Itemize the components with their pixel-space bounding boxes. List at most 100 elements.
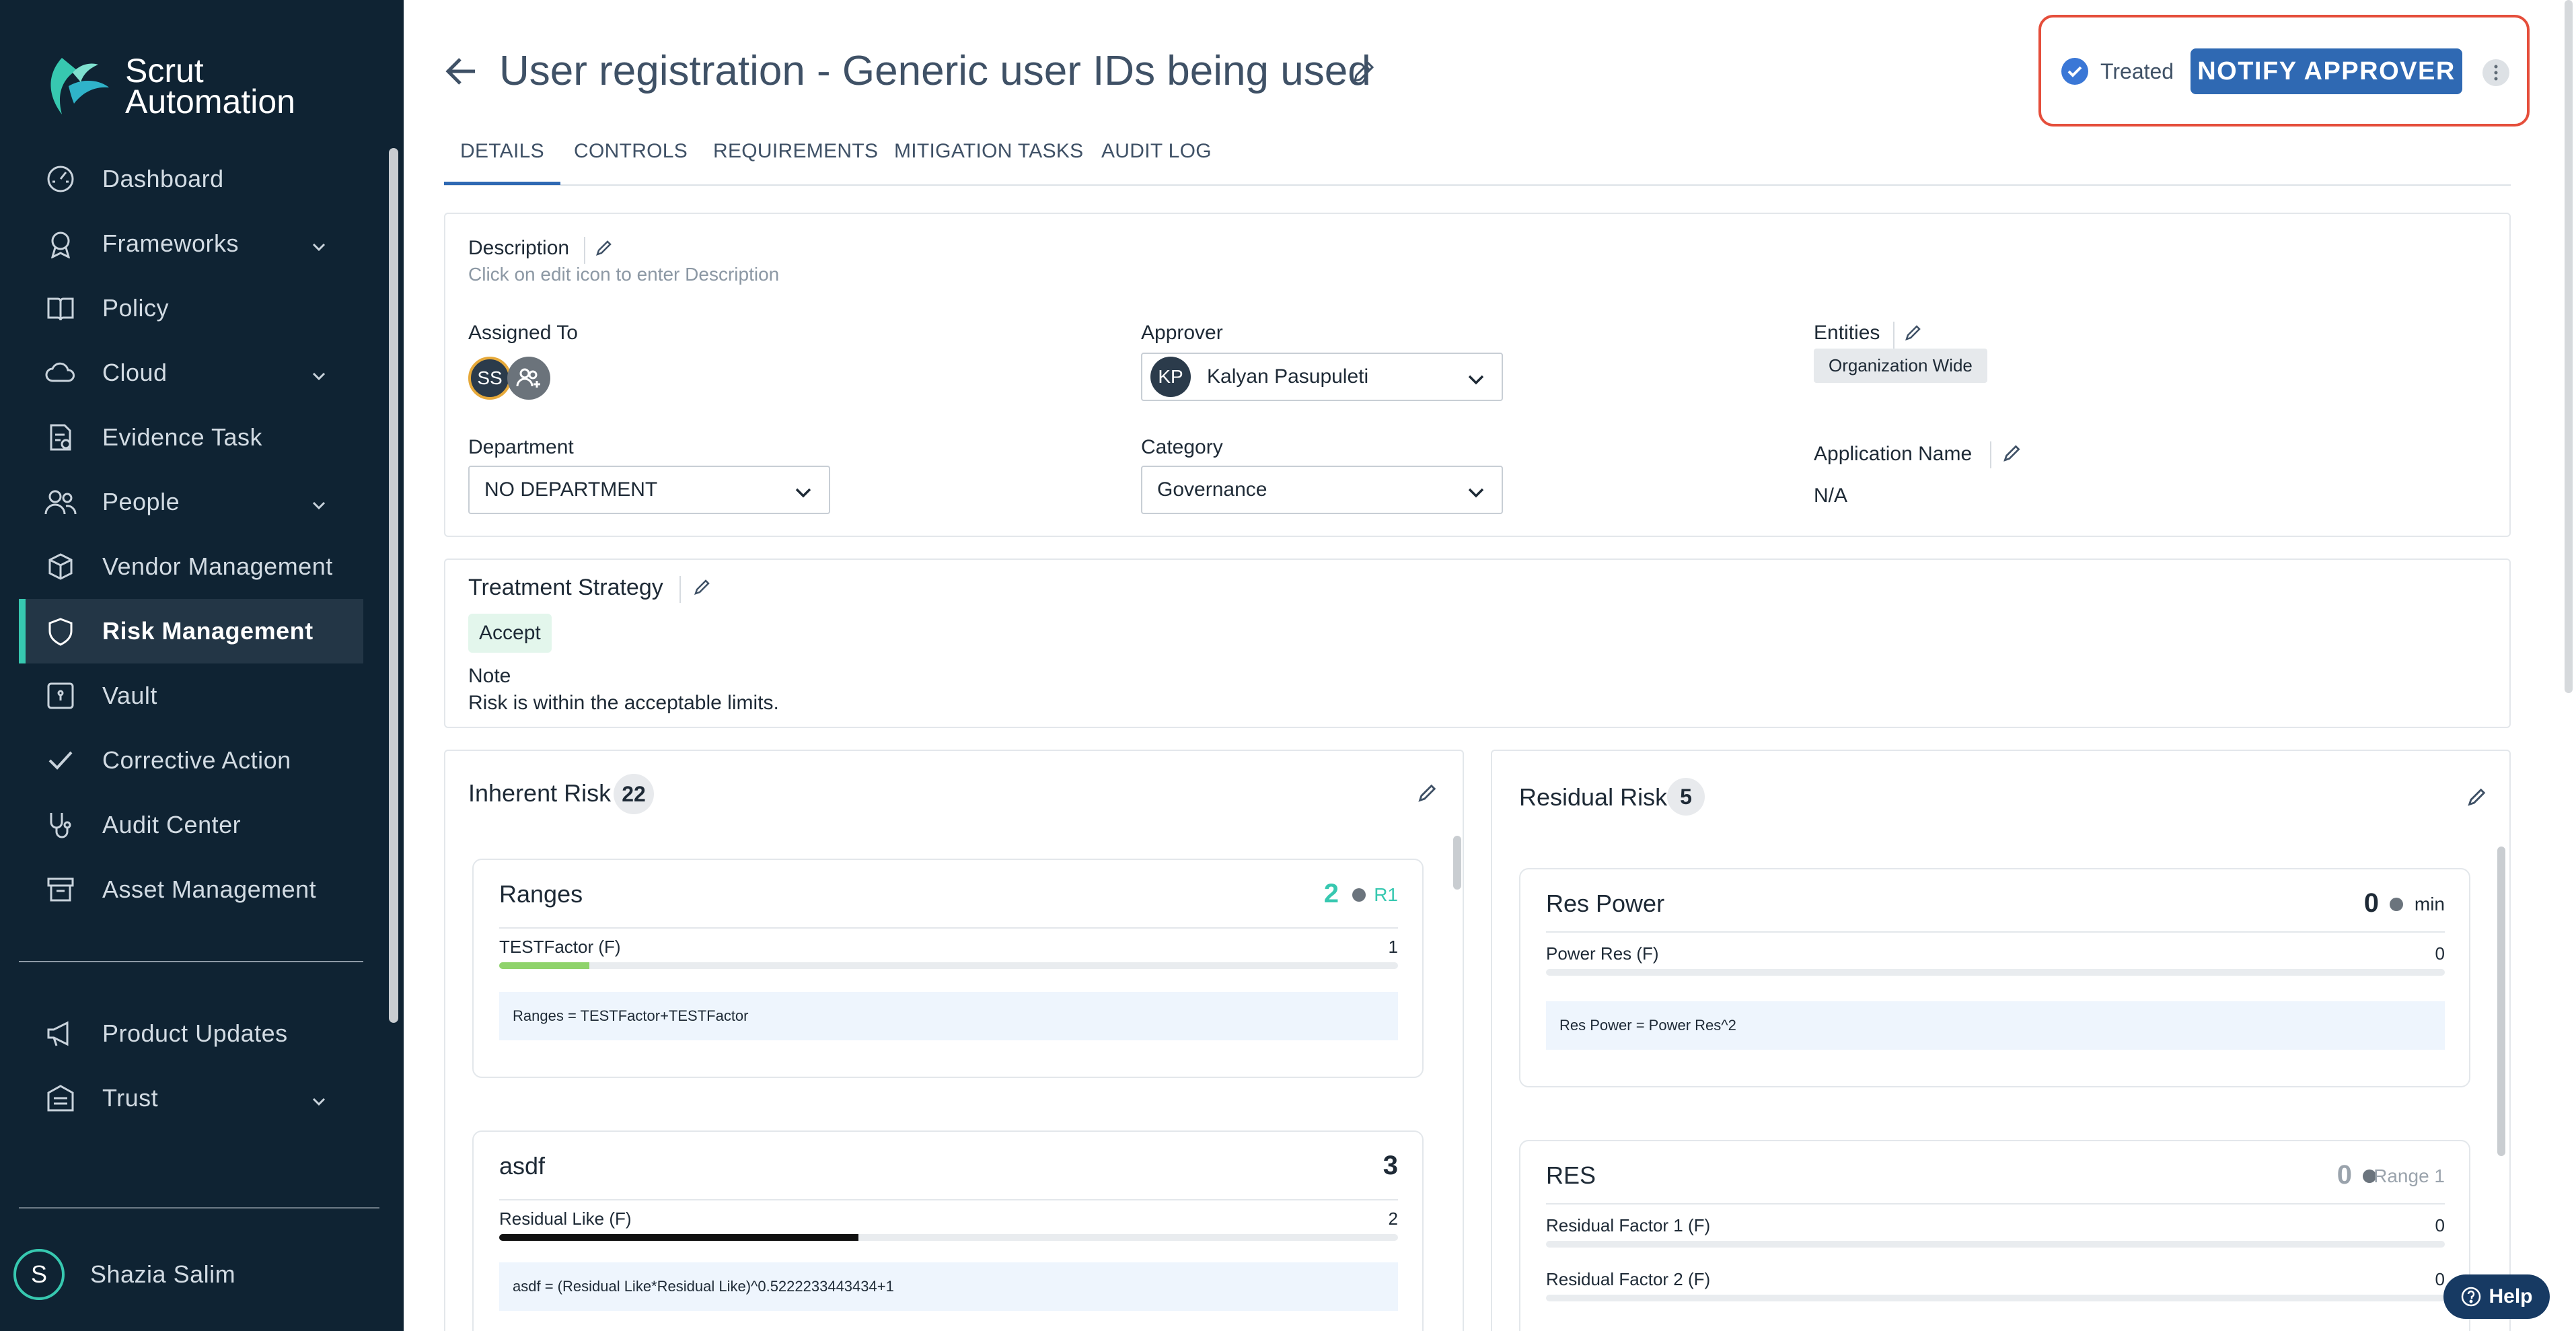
- scrollbar[interactable]: [1453, 836, 1461, 890]
- status-dot: [1352, 888, 1366, 902]
- risk-score-card[interactable]: Ranges 2 R1 TESTFactor (F) 1 Ranges = TE…: [472, 859, 1424, 1078]
- sidebar-item-dashboard[interactable]: Dashboard: [19, 147, 363, 211]
- sidebar-item-trust[interactable]: Trust: [19, 1066, 363, 1130]
- notify-approver-button[interactable]: NOTIFY APPROVER: [2191, 48, 2462, 94]
- pencil-icon[interactable]: [2466, 786, 2487, 806]
- department-select[interactable]: NO DEPARTMENT: [468, 466, 830, 514]
- sidebar-item-risk-management[interactable]: Risk Management: [19, 599, 363, 663]
- category-value: Governance: [1157, 478, 1267, 501]
- frameworks-badge-icon: [43, 226, 78, 261]
- factor-bar-fill: [499, 1234, 859, 1241]
- pencil-icon[interactable]: [1351, 59, 1376, 85]
- brand-line1: Scrut: [125, 52, 204, 89]
- sidebar-item-product-updates[interactable]: Product Updates: [19, 1001, 363, 1066]
- sidebar-item-vault[interactable]: Vault: [19, 663, 363, 728]
- risk-score-card[interactable]: Res Power 0 min Power Res (F) 0 Res Powe…: [1519, 868, 2470, 1087]
- pencil-icon[interactable]: [1904, 323, 1924, 343]
- divider: [499, 1199, 1398, 1200]
- avatar: S: [13, 1249, 65, 1300]
- sidebar-item-label: Trust: [102, 1084, 159, 1112]
- scrollbar[interactable]: [2497, 847, 2505, 1156]
- tab-details[interactable]: DETAILS: [444, 140, 560, 185]
- pencil-icon[interactable]: [2002, 443, 2022, 463]
- sidebar-item-label: Dashboard: [102, 165, 224, 192]
- divider: [1546, 1203, 2445, 1204]
- sidebar-item-vendor-management[interactable]: Vendor Management: [19, 534, 363, 599]
- divider: [499, 927, 1398, 929]
- status-dot: [2390, 898, 2403, 911]
- assigned-to-label: Assigned To: [468, 322, 578, 344]
- sidebar-item-label: People: [102, 488, 180, 515]
- chevron-down-icon: [1467, 370, 1485, 386]
- shield-icon: [43, 614, 78, 649]
- sidebar-item-asset-management[interactable]: Asset Management: [19, 857, 363, 922]
- risk-score-card[interactable]: RES 0 Range 1 Residual Factor 1 (F) 0 Re…: [1519, 1140, 2470, 1331]
- factor-name: Residual Like (F): [499, 1209, 632, 1229]
- page-scrollbar[interactable]: [2565, 0, 2573, 693]
- status-text: Treated: [2100, 59, 2174, 83]
- more-options-icon[interactable]: [2482, 59, 2509, 86]
- divider: [584, 237, 585, 264]
- risk-score-card[interactable]: asdf 3 Residual Like (F) 2 asdf = (Resid…: [472, 1130, 1424, 1331]
- brand-line2: Automation: [125, 83, 295, 120]
- inherent-risk-title: Inherent Risk: [468, 779, 612, 807]
- factor-bar: [499, 1234, 1398, 1241]
- avatar[interactable]: SS: [468, 357, 511, 400]
- sidebar-item-label: Risk Management: [102, 617, 314, 645]
- application-name-value: N/A: [1814, 484, 1848, 507]
- sidebar-item-corrective-action[interactable]: Corrective Action: [19, 728, 363, 793]
- category-select[interactable]: Governance: [1141, 466, 1503, 514]
- tab-mitigation-tasks[interactable]: MITIGATION TASKS: [894, 140, 1084, 163]
- sidebar-item-frameworks[interactable]: Frameworks: [19, 211, 363, 276]
- sidebar-nav: Dashboard Frameworks Policy Cloud Eviden…: [19, 147, 363, 922]
- factor-name: Residual Factor 2 (F): [1546, 1269, 1711, 1289]
- tab-controls[interactable]: CONTROLS: [574, 140, 688, 163]
- add-user-icon[interactable]: [507, 357, 550, 400]
- sidebar-scrollbar[interactable]: [389, 148, 398, 1023]
- sidebar-divider: [19, 1207, 379, 1209]
- back-arrow-icon[interactable]: [444, 54, 479, 89]
- pencil-icon[interactable]: [1417, 782, 1437, 802]
- pencil-icon[interactable]: [595, 238, 615, 258]
- sidebar-item-cloud[interactable]: Cloud: [19, 340, 363, 405]
- tab-audit-log[interactable]: AUDIT LOG: [1101, 140, 1212, 163]
- entity-chip: Organization Wide: [1814, 349, 1987, 383]
- sidebar-item-label: Product Updates: [102, 1019, 288, 1047]
- pencil-icon[interactable]: [693, 577, 713, 598]
- chevron-down-icon[interactable]: [309, 363, 328, 382]
- check-circle-icon: [2061, 58, 2088, 85]
- approver-select[interactable]: KP Kalyan Pasupuleti: [1141, 353, 1503, 401]
- vendor-cube-icon: [43, 549, 78, 584]
- residual-risk-title: Residual Risk: [1519, 783, 1668, 811]
- cloud-icon: [43, 355, 78, 390]
- sidebar-item-audit-center[interactable]: Audit Center: [19, 793, 363, 857]
- sidebar-divider: [19, 961, 363, 962]
- factor-value: 0: [2435, 1269, 2445, 1289]
- factor-value: 0: [2435, 1215, 2445, 1235]
- chevron-down-icon[interactable]: [309, 493, 328, 511]
- page-title: User registration - Generic user IDs bei…: [499, 48, 1371, 94]
- factor-bar: [499, 962, 1398, 969]
- tab-requirements[interactable]: REQUIREMENTS: [713, 140, 878, 163]
- sidebar-item-evidence-task[interactable]: Evidence Task: [19, 405, 363, 470]
- user-profile[interactable]: S Shazia Salim: [13, 1249, 235, 1300]
- sidebar-item-policy[interactable]: Policy: [19, 276, 363, 340]
- chevron-down-icon[interactable]: [309, 234, 328, 253]
- factor-bar: [1546, 969, 2445, 976]
- chevron-down-icon[interactable]: [309, 1089, 328, 1108]
- score-card-title: Ranges: [499, 880, 583, 908]
- residual-risk-score: 5: [1667, 778, 1705, 816]
- formula-box: asdf = (Residual Like*Residual Like)^0.5…: [499, 1262, 1398, 1311]
- brand-logo[interactable]: Scrut Automation: [42, 52, 295, 120]
- factor-bar-fill: [499, 962, 589, 969]
- sidebar-item-label: Frameworks: [102, 229, 240, 257]
- department-value: NO DEPARTMENT: [484, 478, 658, 501]
- application-name-label: Application Name: [1814, 443, 1973, 465]
- details-card: Description Click on edit icon to enter …: [444, 213, 2511, 537]
- description-placeholder: Click on edit icon to enter Description: [468, 264, 780, 285]
- help-button[interactable]: Help: [2443, 1274, 2550, 1319]
- strategy-chip: Accept: [468, 614, 552, 653]
- score-level: Range 1: [2373, 1165, 2445, 1186]
- treatment-strategy-title: Treatment Strategy: [468, 575, 663, 600]
- sidebar-item-people[interactable]: People: [19, 470, 363, 534]
